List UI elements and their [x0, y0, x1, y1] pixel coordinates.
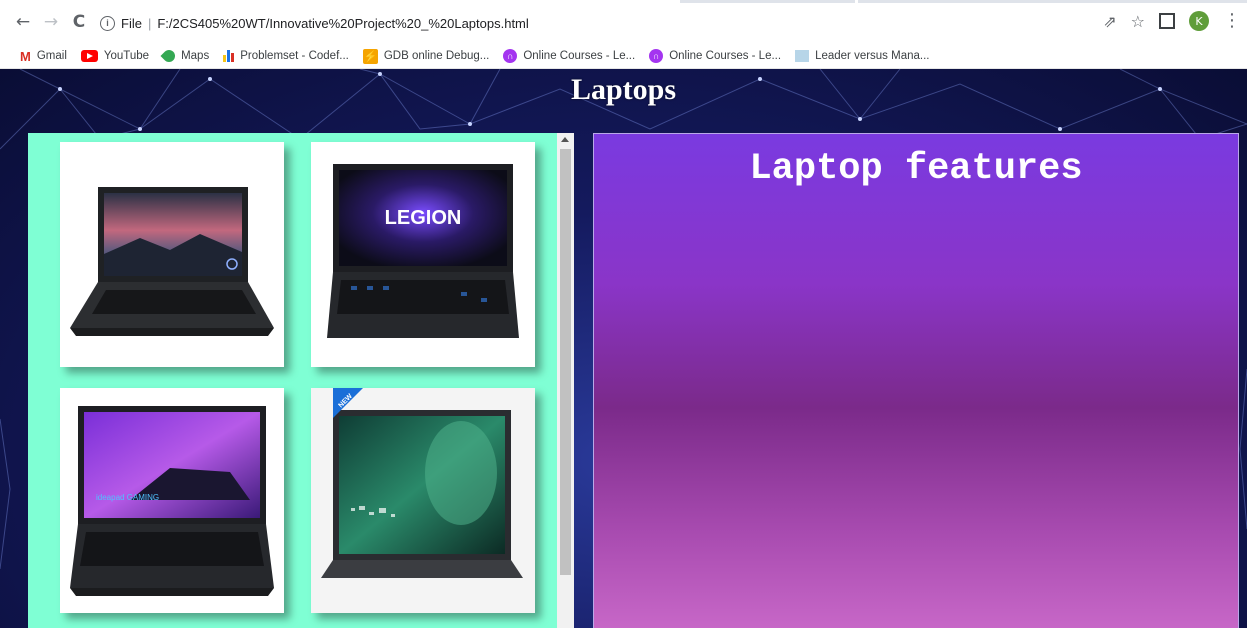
arrow-right-icon: →: [43, 12, 59, 32]
bookmark-gdb[interactable]: ⚡ GDB online Debug...: [362, 48, 490, 64]
bookmark-leader[interactable]: Leader versus Mana...: [795, 50, 929, 62]
toolbar-actions: ⇗ ☆ K ⋮: [1103, 11, 1241, 31]
bookmark-label: Maps: [181, 50, 210, 62]
arrow-left-icon: ←: [15, 12, 31, 32]
reload-button[interactable]: C: [66, 9, 92, 35]
youtube-icon: [80, 50, 98, 62]
gmail-icon: M: [20, 48, 31, 64]
laptop-image-new-green: NEW: [321, 388, 523, 578]
page-viewport: Laptops LEGION ideapad GAMING NEW Laptop…: [0, 69, 1247, 628]
sidepanel-icon[interactable]: [1159, 13, 1175, 29]
address-bar[interactable]: i File | F:/2CS405%20WT/Innovative%20Pro…: [100, 11, 1200, 35]
browser-toolbar: ← → C i File | F:/2CS405%20WT/Innovative…: [0, 0, 1247, 44]
scroll-up-icon[interactable]: [561, 137, 569, 142]
tab-strip-edge: [680, 0, 855, 3]
bookmark-udemy-1[interactable]: ∩ Online Courses - Le...: [503, 49, 635, 63]
laptop-card-1[interactable]: [60, 142, 284, 367]
features-panel: Laptop features: [593, 133, 1239, 628]
laptop-image-gaming-dark: [70, 187, 274, 336]
star-icon[interactable]: ☆: [1131, 12, 1145, 31]
reload-icon: C: [72, 12, 86, 32]
bookmark-label: Leader versus Mana...: [815, 50, 930, 62]
bookmark-label: Online Courses - Le...: [669, 50, 782, 62]
laptop-card-4[interactable]: NEW: [311, 388, 535, 613]
forward-button[interactable]: →: [38, 9, 64, 35]
udemy-icon: ∩: [503, 49, 518, 63]
back-button[interactable]: ←: [10, 9, 36, 35]
address-separator: |: [147, 15, 152, 31]
bookmark-label: GDB online Debug...: [383, 50, 490, 62]
profile-avatar[interactable]: K: [1189, 11, 1209, 31]
scroll-thumb[interactable]: [560, 149, 571, 575]
laptop-card-2[interactable]: LEGION: [311, 142, 535, 367]
laptop-image-legion: LEGION: [327, 164, 519, 338]
codeforces-icon: [223, 50, 235, 62]
laptop-image-ideapad-gaming: ideapad GAMING: [70, 406, 274, 596]
gallery-scrollbar[interactable]: [557, 133, 574, 628]
bookmark-label: Problemset - Codef...: [240, 50, 349, 62]
page-title: Laptops: [570, 73, 677, 106]
bookmarks-bar: M Gmail YouTube Maps Problemset - Codef.…: [0, 44, 1247, 69]
features-heading: Laptop features: [749, 148, 1083, 190]
bookmark-udemy-2[interactable]: ∩ Online Courses - Le...: [649, 49, 781, 63]
laptop-card-3[interactable]: ideapad GAMING: [60, 388, 284, 613]
bookmark-codeforces[interactable]: Problemset - Codef...: [223, 50, 349, 62]
laptop-gallery[interactable]: LEGION ideapad GAMING NEW: [28, 133, 574, 628]
bookmark-label: Online Courses - Le...: [523, 50, 636, 62]
udemy-icon: ∩: [649, 49, 664, 63]
bookmark-label: Gmail: [36, 50, 67, 62]
tab-strip-edge-right: [858, 0, 1247, 3]
bookmark-gmail[interactable]: M Gmail: [20, 49, 67, 64]
share-icon[interactable]: ⇗: [1103, 12, 1116, 31]
scheme-label: File: [121, 15, 142, 31]
more-menu-icon[interactable]: ⋮: [1223, 12, 1241, 30]
document-icon: [795, 50, 810, 62]
url-text[interactable]: F:/2CS405%20WT/Innovative%20Project%20_%…: [157, 16, 528, 31]
maps-icon: [160, 47, 178, 65]
legion-logo-text: LEGION: [385, 207, 462, 229]
gdb-icon: ⚡: [362, 48, 378, 64]
bookmark-label: YouTube: [103, 50, 150, 62]
bookmark-youtube[interactable]: YouTube: [80, 50, 150, 62]
info-icon[interactable]: i: [100, 15, 115, 31]
ideapad-logo-text: ideapad GAMING: [96, 493, 159, 502]
bookmark-maps[interactable]: Maps: [160, 47, 210, 65]
